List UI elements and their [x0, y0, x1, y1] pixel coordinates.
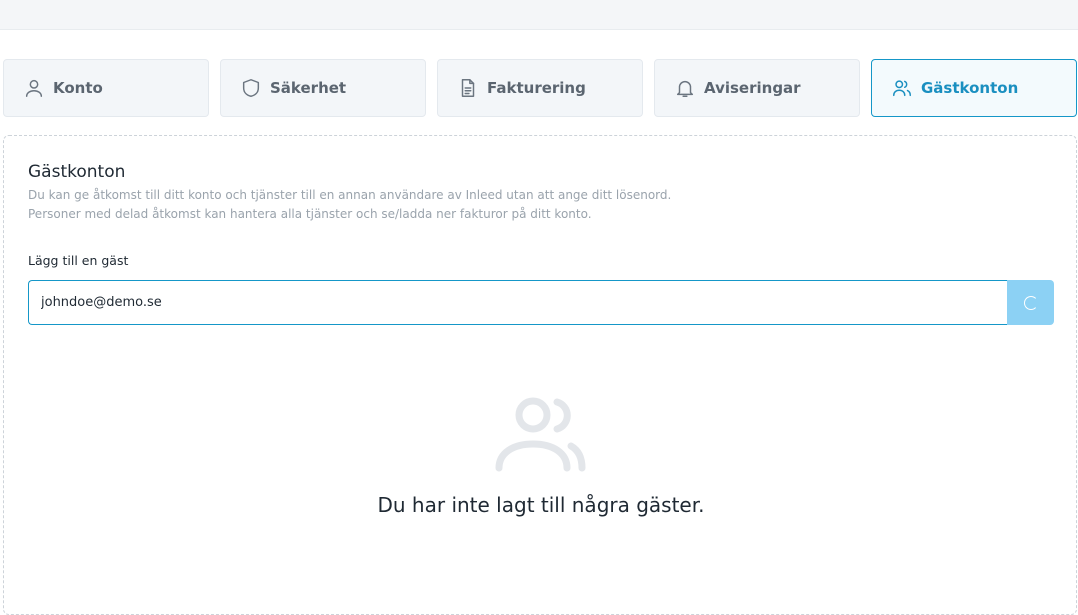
- description-line: Personer med delad åtkomst kan hantera a…: [28, 207, 592, 221]
- tab-sakerhet[interactable]: Säkerhet: [220, 59, 426, 117]
- add-guest-label: Lägg till en gäst: [28, 253, 129, 268]
- guest-email-input[interactable]: [28, 280, 1007, 325]
- document-icon: [457, 77, 479, 99]
- tab-label: Aviseringar: [704, 79, 801, 97]
- tab-label: Fakturering: [487, 79, 586, 97]
- add-guest-button[interactable]: [1007, 280, 1054, 325]
- shield-icon: [240, 77, 262, 99]
- add-guest-row: [28, 280, 1054, 325]
- bell-icon: [674, 77, 696, 99]
- tab-konto[interactable]: Konto: [3, 59, 209, 117]
- tab-label: Säkerhet: [270, 79, 347, 97]
- tab-label: Konto: [53, 79, 103, 97]
- settings-tabs: Konto Säkerhet Fakturering Aviseringar G…: [3, 59, 1078, 117]
- user-icon: [23, 77, 45, 99]
- tab-label: Gästkonton: [921, 79, 1019, 97]
- panel-title: Gästkonton: [28, 162, 126, 182]
- panel-description: Du kan ge åtkomst till ditt konto och tj…: [28, 186, 671, 224]
- tab-fakturering[interactable]: Fakturering: [437, 59, 643, 117]
- empty-state-message: Du har inte lagt till några gäster.: [377, 493, 705, 517]
- users-icon: [891, 77, 913, 99]
- spinner-icon: [1023, 295, 1038, 310]
- guest-accounts-panel: Gästkonton Du kan ge åtkomst till ditt k…: [3, 135, 1077, 615]
- tab-gastkonton[interactable]: Gästkonton: [871, 59, 1077, 117]
- tab-aviseringar[interactable]: Aviseringar: [654, 59, 860, 117]
- description-line: Du kan ge åtkomst till ditt konto och tj…: [28, 188, 672, 202]
- users-icon: [493, 394, 589, 474]
- top-bar: [0, 0, 1078, 30]
